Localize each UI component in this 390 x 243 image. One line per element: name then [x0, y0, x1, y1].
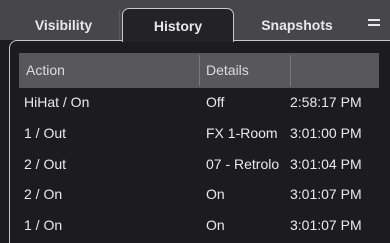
tab-visibility[interactable]: Visibility [8, 10, 120, 40]
tab-history[interactable]: History [122, 8, 234, 42]
tab-bar: Visibility History Snapshots [0, 0, 390, 42]
panel-frame [9, 40, 390, 243]
menu-icon[interactable] [368, 19, 382, 31]
tab-snapshots[interactable]: Snapshots [236, 10, 358, 40]
